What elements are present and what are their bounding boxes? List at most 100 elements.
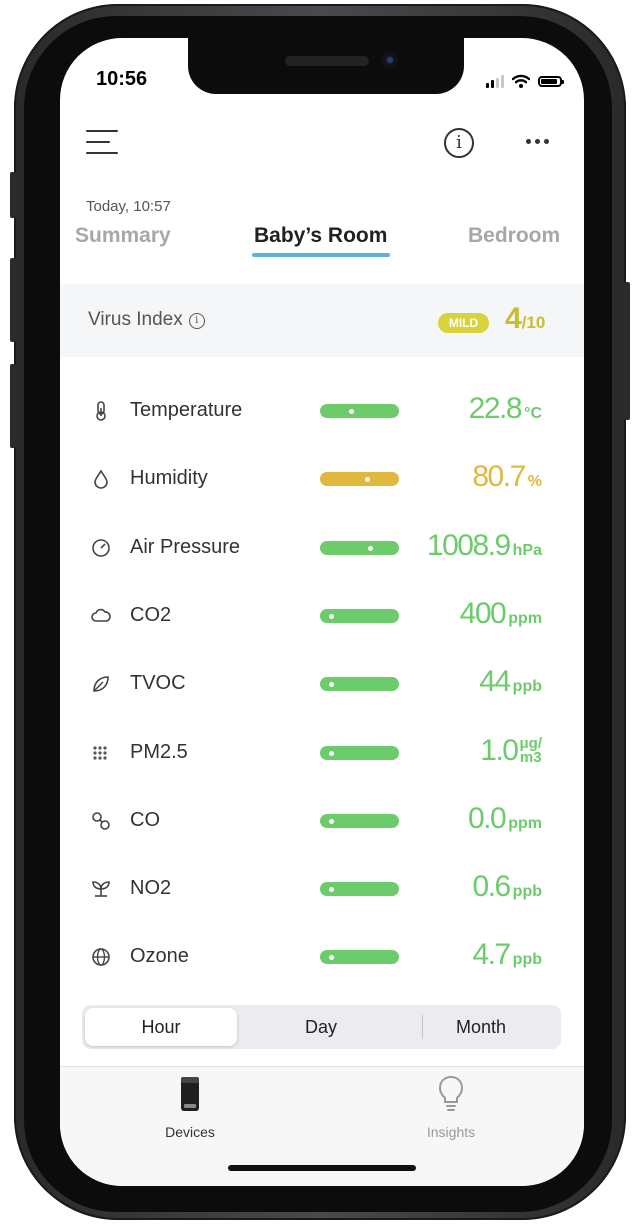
power-button [624,282,630,420]
tab-bedroom[interactable]: Bedroom [468,224,560,248]
metric-level-marker [349,409,355,414]
metric-name: CO2 [130,603,172,626]
metric-name: Air Pressure [130,535,241,558]
virus-level-badge: MILD [438,313,489,333]
virus-score: 4/10 [505,302,546,335]
notch [188,38,464,94]
virus-index-label: Virus Index i [88,309,205,331]
metric-name: TVOC [130,672,186,695]
metric-name: PM2.5 [130,740,188,763]
metric-level-marker [329,682,335,688]
particles-icon [90,742,112,764]
metric-row-co2[interactable]: CO2 400 ppm [60,583,584,651]
metric-unit: ppb [512,883,542,901]
metric-level-bar [320,540,399,555]
info-icon[interactable]: i [444,128,474,158]
virus-index-row[interactable]: Virus Index i MILD 4/10 [60,284,584,357]
metric-row-co[interactable]: CO 0.0 ppm [60,788,584,856]
metric-name: NO2 [130,877,172,900]
metric-row-pm2-5[interactable]: PM2.5 1.0 μg/m3 [60,720,584,788]
range-hour-button[interactable]: Hour [85,1008,237,1046]
globe-icon [90,946,112,968]
molecule-icon [90,810,112,832]
metric-level-bar [320,882,399,897]
metric-row-air-pressure[interactable]: Air Pressure 1008.9 hPa [60,515,584,583]
range-day-button[interactable]: Day [242,1008,400,1046]
gauge-icon [90,537,112,559]
tab-summary[interactable]: Summary [75,224,171,248]
cloud-icon [90,605,112,627]
app-screen: 10:56 i Today, 10:57 Summary Baby’s Room… [60,38,584,1186]
active-tab-indicator [252,253,390,257]
tabbar-devices-label: Devices [165,1124,215,1140]
tab-babys-room[interactable]: Baby’s Room [254,224,387,248]
metric-unit: ppb [512,951,542,969]
metric-unit: ppb [512,678,542,696]
tabbar-insights[interactable]: Insights [386,1075,516,1140]
metric-unit: ppm [508,609,542,627]
metric-name: Ozone [130,945,189,968]
metric-value: 4.7 ppb [472,938,542,972]
metric-value: 1.0 μg/m3 [480,733,542,767]
status-icons [486,74,564,88]
metric-level-marker [329,955,335,961]
metric-unit: % [527,473,542,491]
volume-up-button [10,258,16,342]
lightbulb-icon [438,1075,464,1111]
metric-level-marker [329,887,335,893]
front-camera [382,52,398,68]
tabbar-insights-label: Insights [426,1124,476,1140]
metric-name: Humidity [130,467,208,490]
metric-level-marker [367,545,373,551]
sprout-icon [90,878,112,900]
purifier-device-icon [181,1077,199,1111]
battery-icon [538,75,564,87]
metric-level-bar [320,608,399,623]
metric-level-bar [320,472,399,487]
home-indicator [228,1165,416,1171]
leaf-icon [90,673,112,695]
virus-info-icon[interactable]: i [188,313,205,329]
silent-switch [10,172,16,218]
metric-level-bar [320,813,399,828]
metric-level-marker [329,750,335,756]
metric-value: 80.7% [472,460,542,494]
thermometer-icon [90,400,112,422]
droplet-icon [90,468,112,490]
metric-value: 44 ppb [479,665,542,699]
menu-icon[interactable] [86,130,118,154]
metric-level-bar [320,677,399,692]
metric-row-tvoc[interactable]: TVOC 44 ppb [60,651,584,719]
metric-value: 0.6 ppb [472,870,542,904]
metric-name: Temperature [130,399,243,421]
metric-value: 1008.9 hPa [426,528,542,562]
metric-row-humidity[interactable]: Humidity 80.7% [60,446,584,514]
metric-level-marker [329,818,335,824]
more-options-icon[interactable] [526,139,549,144]
metric-value: 22.8 °C [468,392,542,425]
metric-level-bar [320,404,399,418]
metric-value: 0.0 ppm [468,801,542,835]
signal-icon [486,74,504,88]
metric-name: CO [130,808,160,831]
metric-unit: hPa [512,541,542,559]
metric-unit: ppm [508,814,542,832]
status-time: 10:56 [96,68,148,90]
metric-row-ozone[interactable]: Ozone 4.7 ppb [60,924,584,992]
earpiece-speaker [285,56,369,66]
range-month-button[interactable]: Month [402,1008,560,1046]
last-updated-date: Today, 10:57 [86,198,171,215]
wifi-icon [512,74,530,88]
metric-value: 400 ppm [459,596,542,630]
tabbar-devices[interactable]: Devices [125,1075,255,1140]
metric-row-temperature[interactable]: Temperature 22.8 °C [60,378,584,446]
metric-row-no2[interactable]: NO2 0.6 ppb [60,856,584,924]
metric-level-marker [364,477,370,483]
metric-unit: °C [524,405,542,422]
metric-level-bar [320,745,399,760]
time-range-selector: Hour Day Month [82,1005,561,1049]
metric-unit: μg/m3 [519,734,542,766]
metric-level-marker [329,613,335,619]
metric-level-bar [320,950,399,965]
volume-down-button [10,364,16,448]
